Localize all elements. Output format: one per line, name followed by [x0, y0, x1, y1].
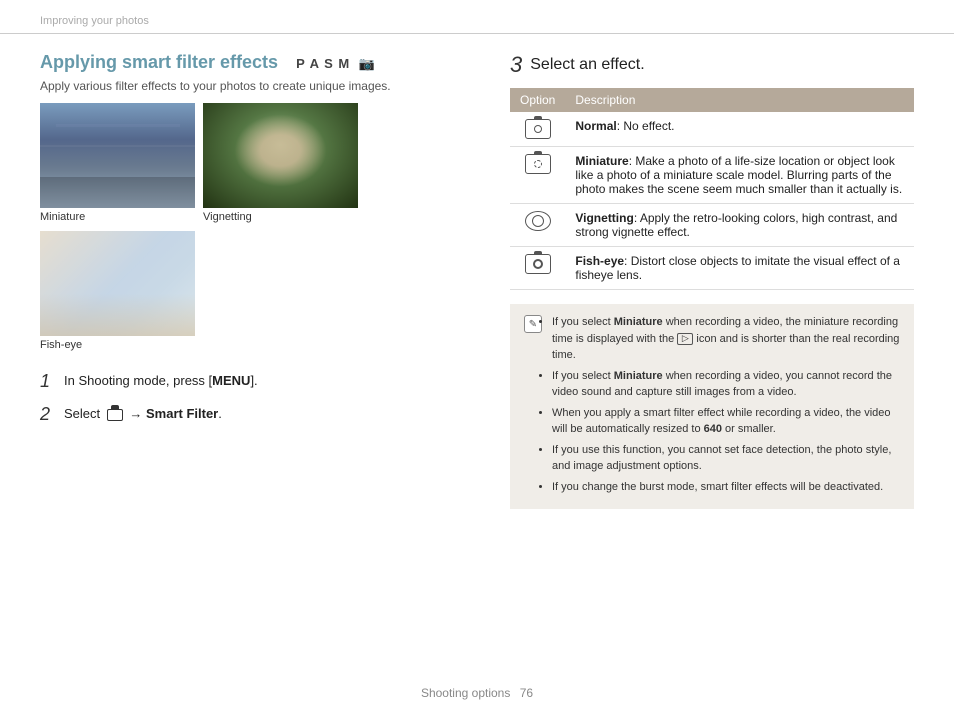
- desc-normal: Normal: No effect.: [565, 112, 914, 147]
- vignetting-icon: [525, 211, 551, 231]
- section-title: Applying smart filter effects: [40, 52, 278, 73]
- note-item-5: If you change the burst mode, smart filt…: [552, 479, 900, 496]
- notes-box: ✎ If you select Miniature when recording…: [510, 304, 914, 509]
- note-item-1: If you select Miniature when recording a…: [552, 314, 900, 364]
- step-2: 2 Select → Smart Filter.: [40, 404, 480, 425]
- camera-lens: [534, 125, 542, 133]
- main-content: Applying smart filter effects P A S M 📷 …: [0, 52, 954, 509]
- options-table: Option Description: [510, 88, 914, 290]
- photo-vignetting-img: [203, 103, 358, 208]
- faces-overlay: [234, 114, 327, 188]
- camera-top-n: [534, 116, 542, 120]
- steps-container: 1 In Shooting mode, press [MENU]. 2 Sele…: [40, 371, 480, 425]
- section-mode: P A S M 📷: [296, 56, 376, 72]
- icon-cell-vignetting: [510, 204, 565, 247]
- fisheye-icon: [525, 254, 551, 274]
- note-item-3: When you apply a smart filter effect whi…: [552, 405, 900, 438]
- table-row-normal: Normal: No effect.: [510, 112, 914, 147]
- step-1-num: 1: [40, 371, 58, 392]
- vignette-inner: [532, 215, 544, 227]
- table-row-vignetting: Vignetting: Apply the retro-looking colo…: [510, 204, 914, 247]
- mini-icon-inline: ▷: [677, 333, 693, 345]
- breadcrumb-text: Improving your photos: [40, 15, 149, 27]
- camera-top-m: [534, 151, 542, 155]
- col-description: Description: [565, 88, 914, 112]
- table-row-fisheye: Fish-eye: Distort close objects to imita…: [510, 247, 914, 290]
- camera-icon-inline: [107, 409, 123, 421]
- miniature-lens: [534, 160, 542, 168]
- step-3-label: Select an effect.: [530, 56, 644, 74]
- footer-page: 76: [520, 686, 533, 700]
- photo-item-miniature: Miniature: [40, 103, 195, 223]
- step-1-text: In Shooting mode, press [MENU].: [64, 371, 258, 388]
- miniature-icon: [525, 154, 551, 174]
- step-3-header: 3 Select an effect.: [510, 52, 914, 78]
- icon-cell-fisheye: [510, 247, 565, 290]
- col-option: Option: [510, 88, 565, 112]
- photo-grid: Miniature Vignetting: [40, 103, 480, 351]
- table-body: Normal: No effect. Miniature: Make a: [510, 112, 914, 290]
- table-row-miniature: Miniature: Make a photo of a life-size l…: [510, 147, 914, 204]
- breadcrumb: Improving your photos: [0, 0, 954, 34]
- page-container: Improving your photos Applying smart fil…: [0, 0, 954, 720]
- step-1: 1 In Shooting mode, press [MENU].: [40, 371, 480, 392]
- desc-vignetting: Vignetting: Apply the retro-looking colo…: [565, 204, 914, 247]
- fisheye-lens: [533, 259, 543, 269]
- photo-miniature-img: [40, 103, 195, 208]
- footer: Shooting options 76: [0, 686, 954, 700]
- table-header: Option Description: [510, 88, 914, 112]
- left-column: Applying smart filter effects P A S M 📷 …: [40, 52, 480, 509]
- normal-icon: [525, 119, 551, 139]
- photo-item-vignetting: Vignetting: [203, 103, 358, 223]
- photo-label-fisheye: Fish-eye: [40, 339, 195, 351]
- step-2-text: Select → Smart Filter.: [64, 404, 222, 421]
- desc-miniature: Miniature: Make a photo of a life-size l…: [565, 147, 914, 204]
- note-item-4: If you use this function, you cannot set…: [552, 442, 900, 475]
- section-subtitle: Apply various filter effects to your pho…: [40, 79, 480, 93]
- beach-overlay: [40, 294, 195, 336]
- footer-text: Shooting options: [421, 686, 510, 700]
- camera-mode-icon: 📷: [359, 56, 376, 71]
- photo-overlay: [40, 103, 195, 208]
- photo-label-miniature: Miniature: [40, 211, 195, 223]
- camera-top: [111, 405, 119, 409]
- icon-cell-normal: [510, 112, 565, 147]
- camera-top-fe: [534, 251, 542, 255]
- desc-fisheye: Fish-eye: Distort close objects to imita…: [565, 247, 914, 290]
- note-item-2: If you select Miniature when recording a…: [552, 368, 900, 401]
- step-3-num: 3: [510, 52, 522, 78]
- notes-list: If you select Miniature when recording a…: [552, 314, 900, 495]
- photo-fisheye-img: [40, 231, 195, 336]
- photo-label-vignetting: Vignetting: [203, 211, 358, 223]
- title-row: Applying smart filter effects P A S M 📷: [40, 52, 480, 73]
- step-2-num: 2: [40, 404, 58, 425]
- photo-item-fisheye: Fish-eye: [40, 231, 195, 351]
- icon-cell-miniature: [510, 147, 565, 204]
- right-column: 3 Select an effect. Option Description: [510, 52, 914, 509]
